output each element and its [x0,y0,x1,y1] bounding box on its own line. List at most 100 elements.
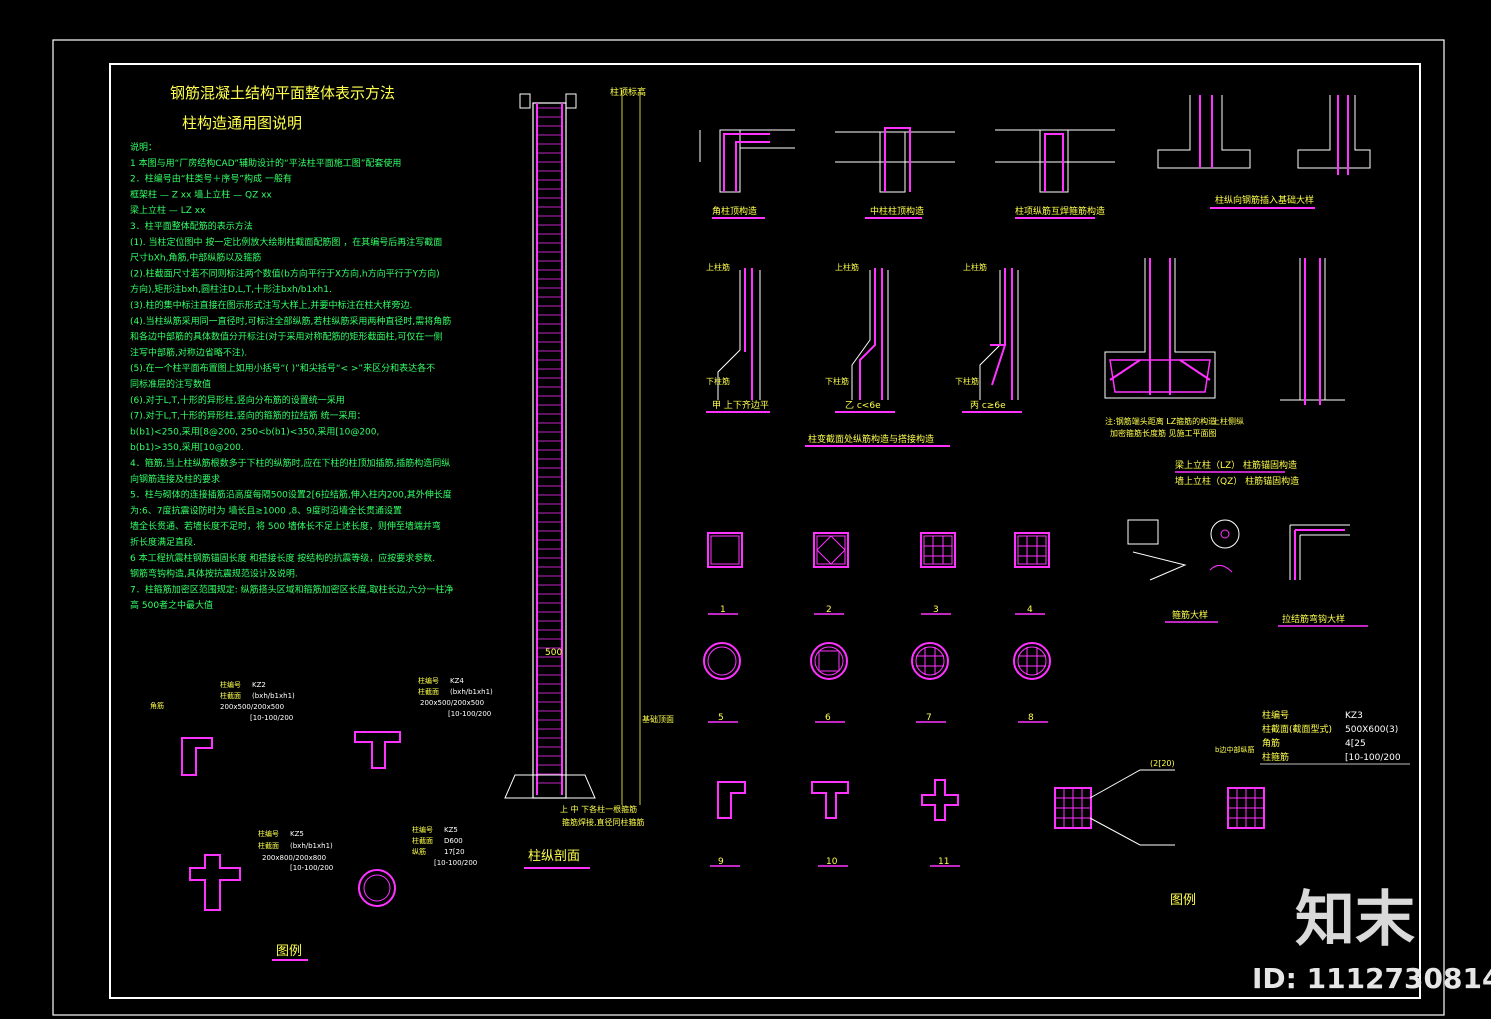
column-elevation-title: 柱纵剖面 [528,849,580,864]
svg-text:200x800/200x800: 200x800/200x800 [262,854,326,862]
note-line: 钢筋弯钩构造,具体按抗震规范设计及说明. [130,568,298,580]
svg-text:KZ2: KZ2 [252,681,266,689]
svg-text:KZ4: KZ4 [450,677,464,685]
svg-text:柱编号: 柱编号 [418,676,439,685]
svg-text:柱编号: 柱编号 [412,825,433,834]
svg-text:纵筋: 纵筋 [412,847,426,856]
svg-text:柱截面: 柱截面 [220,691,241,700]
svg-text:柱截面: 柱截面 [258,841,279,850]
svg-text:柱纵向钢筋插入基础大样: 柱纵向钢筋插入基础大样 [1215,194,1314,206]
note-line: 尺寸bXh,角筋,中部纵筋以及箍筋 [130,252,261,264]
drawing-subtitle: 柱构造通用图说明 [182,114,302,132]
column-500-label: 500 [545,648,562,658]
note-line: 梁上立柱 — LZ xx [130,204,206,216]
svg-text:(2[20): (2[20) [1150,759,1175,768]
note-line: (3).柱的集中标注直接在图示形式注写大样上,并要中标注在柱大样旁边. [130,299,412,311]
svg-text:图例: 图例 [1170,893,1196,908]
svg-text:梁上立柱（LZ） 柱筋锚固构造: 梁上立柱（LZ） 柱筋锚固构造 [1175,459,1297,471]
note-line: 7．柱箍筋加密区范围规定: 纵筋搭头区域和箍筋加密区长度,取柱长边,六分一柱净 [130,583,453,595]
svg-text:上柱侧纵: 上柱侧纵 [1212,416,1244,426]
note-line: b(b1)>350,采用[10@200. [130,442,244,453]
svg-text:柱截面: 柱截面 [412,836,433,845]
svg-text:(bxh/b1xh1): (bxh/b1xh1) [252,692,295,700]
svg-text:下柱筋: 下柱筋 [825,376,849,386]
svg-text:KZ3: KZ3 [1345,711,1363,721]
svg-text:角柱顶构造: 角柱顶构造 [712,205,757,217]
svg-text:[10-100/200: [10-100/200 [1345,753,1401,763]
cad-drawing-canvas: 钢筋混凝土结构平面整体表示方法 柱构造通用图说明 说明： 1 本图与用“厂房结构C… [0,0,1491,1019]
svg-text:D600: D600 [444,837,463,845]
note-line: 折长度满足直段. [130,536,196,548]
svg-text:4[25: 4[25 [1345,739,1366,749]
note-line: 2．柱编号由“柱类号＋序号”构成 一般有 [130,173,292,185]
note-line: 和各边中部筋的具体数值分开标注(对于采用对称配筋的矩形截面柱,可仅在一侧 [130,331,442,343]
note-line: (1). 当柱定位图中 按一定比例放大绘制柱截面配筋图 ，在其编号后再注写截面 [130,236,442,248]
svg-text:墙上立柱（QZ） 柱筋锚固构造: 墙上立柱（QZ） 柱筋锚固构造 [1175,475,1299,487]
note-line: 5．柱与砌体的连接插筋沿高度每隔500设置2[6拉结筋,伸入柱内200,其外伸长… [130,489,452,501]
svg-text:柱编号: 柱编号 [258,829,279,838]
note-line: 4．箍筋,当上柱纵筋根数多于下柱的纵筋时,应在下柱的柱顶加插筋,插筋构造同纵 [130,457,450,469]
svg-text:[10-100/200: [10-100/200 [434,859,477,867]
svg-text:甲 上下齐边平: 甲 上下齐边平 [712,399,769,411]
note-line: 方向),矩形注bxh,圆柱注D,L,T,十形注bxh/b1xh1. [130,283,332,295]
svg-text:(bxh/b1xh1): (bxh/b1xh1) [450,688,493,696]
svg-text:角筋: 角筋 [1262,737,1280,749]
svg-text:17[20: 17[20 [444,848,465,856]
svg-text:柱截面: 柱截面 [418,687,439,696]
svg-text:中柱柱顶构造: 中柱柱顶构造 [870,205,924,217]
note-line: b(b1)<250,采用[8@200, 250<b(b1)<350,采用[10@… [130,426,379,437]
svg-text:注:钢筋端头距离 LZ箍筋的构造: 注:钢筋端头距离 LZ箍筋的构造 [1105,416,1216,426]
svg-text:柱箍筋: 柱箍筋 [1262,751,1289,763]
note-line: 说明： [130,141,157,153]
watermark-brand: 知末 [1295,885,1415,955]
svg-text:拉结筋弯钩大样: 拉结筋弯钩大样 [1282,613,1345,625]
svg-text:上柱筋: 上柱筋 [963,262,987,272]
svg-text:柱项纵筋互焊箍筋构造: 柱项纵筋互焊箍筋构造 [1015,205,1105,217]
svg-text:加密箍筋长度筋 见施工平面图: 加密箍筋长度筋 见施工平面图 [1110,428,1217,438]
note-line: 框架柱 — Z xx 墙上立柱 — QZ xx [130,188,272,200]
svg-text:200x500/200x500: 200x500/200x500 [420,699,484,707]
note-line: (4).当柱纵筋采用同一直径时,可标注全部纵筋,若柱纵筋采用两种直径时,需将角筋 [130,315,451,327]
column-base-label: 基础顶面 [642,714,674,724]
svg-text:上柱筋: 上柱筋 [835,262,859,272]
svg-text:上柱筋: 上柱筋 [706,262,730,272]
svg-text:[10-100/200: [10-100/200 [290,864,333,872]
svg-text:柱截面(截面型式): 柱截面(截面型式) [1262,723,1332,735]
svg-text:(bxh/b1xh1): (bxh/b1xh1) [290,842,333,850]
note-line: 高 500者之中最大值 [130,599,213,611]
svg-text:箍筋大样: 箍筋大样 [1172,609,1208,621]
svg-text:KZ5: KZ5 [290,830,304,838]
note-line: 注写中部筋,对称边省略不注). [130,346,247,358]
svg-text:角筋: 角筋 [150,701,164,710]
svg-text:500X600(3): 500X600(3) [1345,725,1398,735]
svg-text:柱编号: 柱编号 [220,680,241,689]
column-bottom-label2: 箍筋焊接,直径同柱箍筋 [562,817,645,827]
note-line: (5).在一个柱平面布置图上如用小括号“( )”和尖括号“< >”来区分和表达各… [130,362,435,374]
svg-text:b边中部纵筋: b边中部纵筋 [1215,745,1254,754]
watermark-id: ID: 1112730814 [1252,962,1491,995]
note-line: 向钢筋连接及柱的要求 [130,473,220,485]
note-line: (2).柱截面尺寸若不同则标注两个数值(b方向平行于X方向,h方向平行于Y方向) [130,267,440,279]
column-bottom-label: 上 中 下各柱一根箍筋 [560,804,637,814]
svg-text:乙 c<6e: 乙 c<6e [845,400,881,411]
svg-text:丙 c≥6e: 丙 c≥6e [970,400,1006,411]
note-line: 6 本工程抗震柱钢筋锚固长度 和搭接长度 按结构的抗震等级，应按要求参数. [130,552,435,564]
column-top-label: 柱顶标高 [610,86,646,98]
note-line: (6).对于L,T,十形的异形柱,竖向分布筋的设置统一采用 [130,394,345,406]
svg-text:200x500/200x500: 200x500/200x500 [220,703,284,711]
note-line: 1 本图与用“厂房结构CAD”辅助设计的“平法柱平面施工图”配套使用 [130,157,401,169]
note-line: 同标准层的注写数值 [130,378,211,390]
svg-text:下柱筋: 下柱筋 [706,376,730,386]
svg-text:柱变截面处纵筋构造与搭接构造: 柱变截面处纵筋构造与搭接构造 [808,433,934,445]
svg-text:[10-100/200: [10-100/200 [448,710,491,718]
note-line: (7).对于L,T,十形的异形柱,竖向的箍筋的拉结筋 统一采用： [130,410,366,422]
note-line: 墙全长贯通、若墙长度不足时，将 500 墙体长不足上述长度，则伸至墙端并弯 [130,520,441,532]
svg-text:图例: 图例 [276,944,302,959]
svg-text:柱编号: 柱编号 [1262,709,1289,721]
note-line: 3．柱平面整体配筋的表示方法 [130,220,253,232]
svg-text:KZ5: KZ5 [444,826,458,834]
drawing-title: 钢筋混凝土结构平面整体表示方法 [170,84,395,102]
note-line: 为:6、7度抗震设防时为 墙长且≥1000 ,8、9度时沿墙全长贯通设置 [130,504,402,516]
svg-text:[10-100/200: [10-100/200 [250,714,293,722]
svg-text:下柱筋: 下柱筋 [955,376,979,386]
